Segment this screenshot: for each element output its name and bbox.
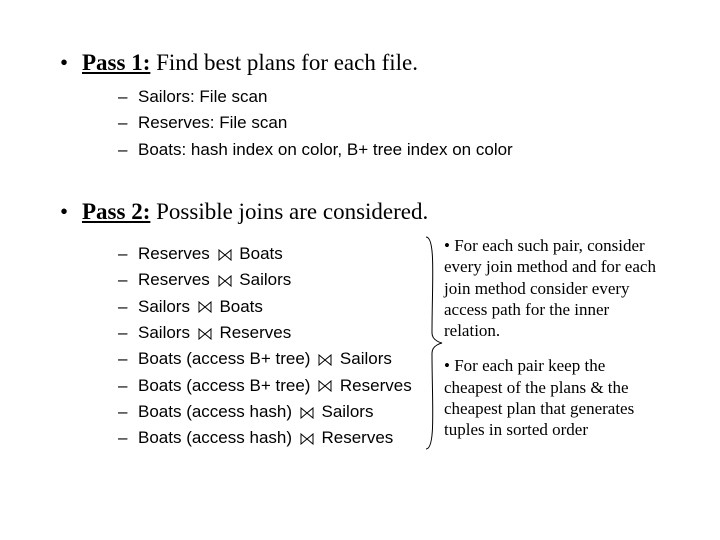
pass1-item-text: Boats: hash index on color, B+ tree inde…	[138, 137, 513, 163]
join-expr: Sailors Reserves	[138, 320, 291, 346]
join-expr: Boats (access B+ tree) Reserves	[138, 373, 412, 399]
bowtie-icon	[195, 328, 215, 340]
dash-icon	[118, 84, 138, 110]
bowtie-icon	[215, 249, 235, 261]
bowtie-icon	[315, 354, 335, 366]
pass2-join-item: Boats (access hash) Reserves	[118, 425, 420, 451]
dash-icon	[118, 137, 138, 163]
pass2-join-item: Reserves Boats	[118, 241, 420, 267]
join-expr: Reserves Sailors	[138, 267, 291, 293]
pass1-label-bold: Pass 1:	[82, 50, 150, 75]
bullet-dot-icon	[444, 236, 454, 255]
join-right: Reserves	[219, 323, 291, 342]
join-right: Reserves	[340, 376, 412, 395]
bowtie-icon	[315, 380, 335, 392]
join-left: Sailors	[138, 297, 190, 316]
join-left: Sailors	[138, 323, 190, 342]
bowtie-icon	[297, 433, 317, 445]
bullet-dot-icon	[60, 50, 82, 76]
join-left: Reserves	[138, 270, 210, 289]
join-right: Boats	[239, 244, 282, 263]
pass2-join-item: Boats (access B+ tree) Sailors	[118, 346, 420, 372]
pass2-sublist: Reserves Boats Reserves Sailors	[118, 241, 420, 452]
join-expr: Boats (access hash) Reserves	[138, 425, 393, 451]
dash-icon	[118, 267, 138, 293]
dash-icon	[118, 399, 138, 425]
pass2-row: Reserves Boats Reserves Sailors	[60, 233, 660, 454]
join-left: Reserves	[138, 244, 210, 263]
pass2-join-item: Reserves Sailors	[118, 267, 420, 293]
join-expr: Boats (access B+ tree) Sailors	[138, 346, 392, 372]
dash-icon	[118, 346, 138, 372]
note-1-text: For each such pair, consider every join …	[444, 236, 656, 340]
pass2-label-bold: Pass 2:	[82, 199, 150, 224]
dash-icon	[118, 425, 138, 451]
join-right: Reserves	[321, 428, 393, 447]
pass1-item: Boats: hash index on color, B+ tree inde…	[118, 137, 660, 163]
pass2-join-item: Sailors Boats	[118, 294, 420, 320]
dash-icon	[118, 241, 138, 267]
notes-column: For each such pair, consider every join …	[444, 233, 660, 454]
pass2-heading-text: Pass 2: Possible joins are considered.	[82, 199, 428, 225]
bowtie-icon	[215, 275, 235, 287]
note-2: For each pair keep the cheapest of the p…	[444, 355, 660, 440]
pass2-heading: Pass 2: Possible joins are considered.	[60, 199, 660, 225]
pass2-label-rest: Possible joins are considered.	[150, 199, 428, 224]
join-right: Sailors	[239, 270, 291, 289]
note-1: For each such pair, consider every join …	[444, 235, 660, 341]
pass1-item-text: Reserves: File scan	[138, 110, 287, 136]
pass1-heading: Pass 1: Find best plans for each file.	[60, 50, 660, 76]
pass2-join-column: Reserves Boats Reserves Sailors	[60, 233, 420, 452]
pass1-label-rest: Find best plans for each file.	[150, 50, 418, 75]
pass1-item: Reserves: File scan	[118, 110, 660, 136]
join-left: Boats (access hash)	[138, 428, 292, 447]
pass2-join-item: Boats (access hash) Sailors	[118, 399, 420, 425]
note-2-text: For each pair keep the cheapest of the p…	[444, 356, 634, 439]
join-right: Sailors	[321, 402, 373, 421]
join-left: Boats (access B+ tree)	[138, 376, 310, 395]
dash-icon	[118, 320, 138, 346]
join-expr: Reserves Boats	[138, 241, 283, 267]
bullet-dot-icon	[444, 356, 454, 375]
brace-column	[420, 233, 444, 453]
slide: Pass 1: Find best plans for each file. S…	[0, 0, 720, 540]
bullet-dot-icon	[60, 199, 82, 225]
pass1-item-text: Sailors: File scan	[138, 84, 267, 110]
pass1-heading-text: Pass 1: Find best plans for each file.	[82, 50, 418, 76]
bowtie-icon	[195, 301, 215, 313]
dash-icon	[118, 294, 138, 320]
pass1-item: Sailors: File scan	[118, 84, 660, 110]
join-expr: Sailors Boats	[138, 294, 263, 320]
dash-icon	[118, 110, 138, 136]
pass2-join-item: Sailors Reserves	[118, 320, 420, 346]
join-left: Boats (access hash)	[138, 402, 292, 421]
pass2-join-item: Boats (access B+ tree) Reserves	[118, 373, 420, 399]
join-expr: Boats (access hash) Sailors	[138, 399, 373, 425]
join-right: Sailors	[340, 349, 392, 368]
bowtie-icon	[297, 407, 317, 419]
join-right: Boats	[219, 297, 262, 316]
dash-icon	[118, 373, 138, 399]
pass1-sublist: Sailors: File scan Reserves: File scan B…	[118, 84, 660, 163]
join-left: Boats (access B+ tree)	[138, 349, 310, 368]
curly-brace-icon	[420, 233, 444, 453]
